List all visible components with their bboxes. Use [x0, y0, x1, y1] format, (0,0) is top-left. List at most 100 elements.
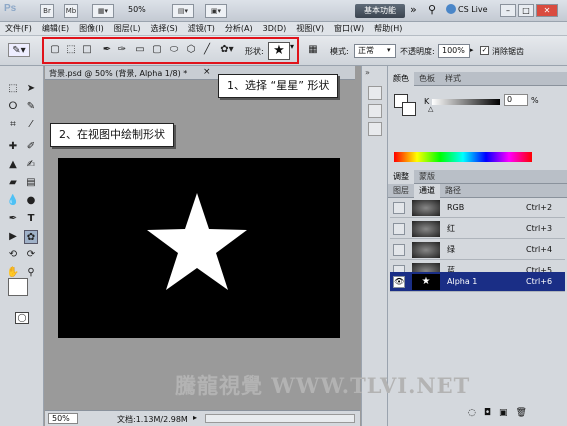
close-button[interactable]: ✕ — [536, 4, 558, 17]
k-slider[interactable] — [432, 99, 500, 105]
tab-adjustments[interactable]: 调整 — [388, 169, 414, 184]
healing-tool-icon[interactable]: ✚ — [6, 140, 20, 154]
move-tool-icon[interactable]: ➤ — [24, 82, 38, 96]
quick-select-tool-icon[interactable]: ✎ — [24, 100, 38, 114]
mini-bridge-button[interactable]: Mb — [64, 4, 78, 18]
eraser-tool-icon[interactable]: ▰ — [6, 176, 20, 190]
dock-icon-info[interactable] — [368, 104, 382, 118]
status-menu-icon[interactable]: ▸ — [193, 413, 197, 422]
dock-icon-history[interactable] — [368, 86, 382, 100]
channel-thumbnail — [412, 242, 440, 258]
channel-shortcut: Ctrl+4 — [526, 245, 553, 254]
visibility-toggle[interactable] — [393, 223, 405, 235]
menu-analysis[interactable]: 分析(A) — [220, 22, 258, 36]
channel-name: Alpha 1 — [447, 277, 478, 286]
channel-row[interactable]: 红 Ctrl+3 — [390, 219, 565, 239]
save-selection-icon[interactable]: ◘ — [484, 408, 491, 418]
view-extras-button[interactable]: ▦▾ — [92, 4, 114, 18]
zoom-level[interactable]: 50% — [128, 5, 146, 14]
color-ramp[interactable] — [394, 152, 532, 162]
path-select-tool-icon[interactable]: ▶ — [6, 230, 20, 244]
cslive-button[interactable]: CS Live — [458, 5, 488, 14]
document-title: 背景.psd @ 50% (背景, Alpha 1/8) * — [49, 69, 188, 78]
arrange-documents-button[interactable]: ▤▾ — [172, 4, 194, 18]
menu-view[interactable]: 视图(V) — [291, 22, 329, 36]
panel-background-swatch[interactable] — [402, 102, 416, 116]
opacity-input[interactable]: 100% — [438, 44, 470, 58]
load-selection-icon[interactable]: ◌ — [468, 408, 476, 418]
blur-tool-icon[interactable]: 💧 — [6, 194, 20, 208]
dodge-tool-icon[interactable]: ● — [24, 194, 38, 208]
adjust-panel-tabs: 调整 蒙版 — [388, 169, 567, 184]
channel-name: 绿 — [447, 245, 455, 254]
new-channel-icon[interactable]: ▣ — [499, 408, 508, 418]
highlight-box — [42, 37, 299, 64]
menu-3d[interactable]: 3D(D) — [258, 22, 292, 36]
marquee-tool-icon[interactable]: ⬚ — [6, 82, 20, 96]
tab-color[interactable]: 颜色 — [388, 71, 414, 86]
workspace-more-icon[interactable]: » — [410, 3, 417, 16]
gradient-tool-icon[interactable]: ▤ — [24, 176, 38, 190]
menu-help[interactable]: 帮助(H) — [369, 22, 407, 36]
visibility-toggle[interactable] — [393, 202, 405, 214]
bridge-button[interactable]: Br — [40, 4, 54, 18]
mode-label: 模式: — [330, 47, 349, 56]
opacity-dropdown-icon[interactable]: ▸ — [470, 46, 474, 54]
status-zoom-input[interactable]: 50% — [48, 413, 78, 424]
channel-row-selected[interactable]: 👁 ★ Alpha 1 Ctrl+6 — [390, 272, 565, 292]
menu-edit[interactable]: 编辑(E) — [37, 22, 74, 36]
menu-image[interactable]: 图像(I) — [74, 22, 109, 36]
tab-styles[interactable]: 样式 — [440, 72, 466, 86]
dock-collapse-icon[interactable]: » — [365, 68, 370, 77]
tab-layers[interactable]: 图层 — [388, 184, 414, 198]
delete-channel-icon[interactable]: 🗑 — [516, 408, 527, 418]
tab-masks[interactable]: 蒙版 — [414, 170, 440, 184]
maximize-button[interactable]: □ — [518, 4, 534, 17]
photoshop-logo: Ps — [4, 3, 17, 14]
style-icon[interactable]: ▦ — [306, 43, 320, 57]
tab-swatches[interactable]: 色板 — [414, 72, 440, 86]
crop-tool-icon[interactable]: ⌗ — [6, 118, 20, 132]
title-bar: Ps Br Mb ▦▾ 50% ▤▾ ▣▾ 基本功能 » ⚲ CS Live –… — [0, 0, 567, 22]
type-tool-icon[interactable]: T — [24, 212, 38, 226]
cslive-icon — [446, 4, 456, 14]
eyedropper-tool-icon[interactable]: ⁄ — [24, 118, 38, 132]
antialias-label: 消除锯齿 — [492, 47, 524, 56]
visibility-toggle[interactable] — [393, 244, 405, 256]
lasso-tool-icon[interactable]: ⵔ — [6, 100, 20, 114]
document-canvas[interactable] — [58, 158, 340, 338]
channel-row[interactable]: RGB Ctrl+2 — [390, 198, 565, 218]
mode-dropdown-icon[interactable]: ▾ — [387, 46, 391, 54]
menu-filter[interactable]: 滤镜(T) — [183, 22, 220, 36]
dock-icon-character[interactable] — [368, 122, 382, 136]
custom-shape-tool-icon[interactable]: ✿ — [24, 230, 38, 244]
channel-row[interactable]: 绿 Ctrl+4 — [390, 240, 565, 260]
search-icon[interactable]: ⚲ — [428, 3, 436, 16]
menu-file[interactable]: 文件(F) — [0, 22, 37, 36]
tab-paths[interactable]: 路径 — [440, 184, 466, 198]
antialias-checkbox[interactable]: ✓ — [480, 46, 489, 55]
brush-tool-icon[interactable]: ✐ — [24, 140, 38, 154]
pen-tool-icon[interactable]: ✒ — [6, 212, 20, 226]
foreground-color-swatch[interactable] — [8, 278, 28, 296]
tool-preset-picker[interactable]: ✎▾ — [8, 43, 30, 57]
workspace-button[interactable]: 基本功能 — [355, 4, 405, 18]
menu-layer[interactable]: 图层(L) — [109, 22, 146, 36]
stamp-tool-icon[interactable]: ▲ — [6, 158, 20, 172]
3d-orbit-tool-icon[interactable]: ⟳ — [24, 248, 38, 262]
eye-icon[interactable]: 👁 — [393, 276, 405, 288]
horizontal-scrollbar[interactable] — [205, 414, 355, 423]
3d-rotate-tool-icon[interactable]: ⟲ — [6, 248, 20, 262]
tab-channels[interactable]: 通道 — [414, 183, 440, 198]
alpha-thumbnail: ★ — [412, 274, 440, 290]
k-slider-handle-icon[interactable]: △ — [428, 105, 433, 113]
channel-thumbnail — [412, 221, 440, 237]
menu-window[interactable]: 窗口(W) — [329, 22, 369, 36]
k-value-input[interactable]: 0 — [504, 94, 528, 106]
document-close-icon[interactable]: × — [203, 67, 211, 77]
history-brush-tool-icon[interactable]: ✍ — [24, 158, 38, 172]
quick-mask-icon[interactable]: ◯ — [15, 312, 29, 324]
menu-select[interactable]: 选择(S) — [145, 22, 182, 36]
screen-mode-button[interactable]: ▣▾ — [205, 4, 227, 18]
minimize-button[interactable]: – — [500, 4, 516, 17]
